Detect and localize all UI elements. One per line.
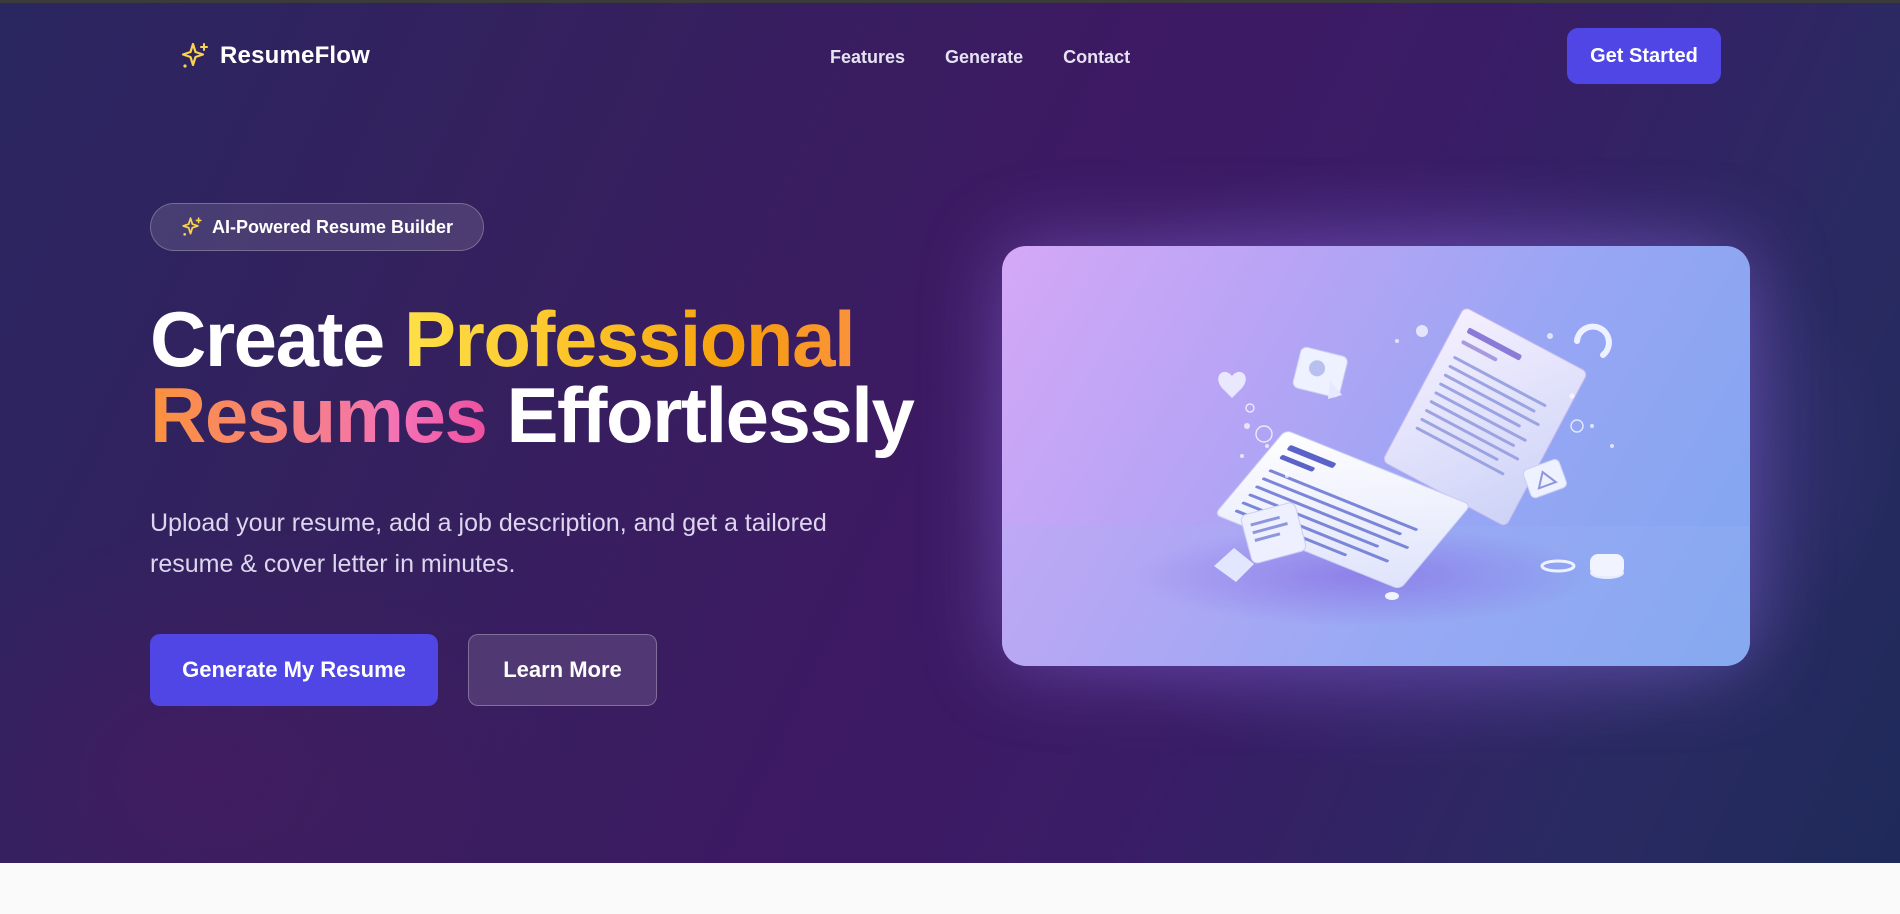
learn-more-button[interactable]: Learn More [468, 634, 657, 706]
brand-name: ResumeFlow [220, 42, 371, 69]
headline-word-create: Create [150, 295, 404, 383]
headline-word-resumes: Resumes [150, 371, 507, 459]
feature-badge: AI-Powered Resume Builder [150, 203, 485, 251]
headline-line-1: Create Professional [150, 300, 950, 378]
generate-resume-button[interactable]: Generate My Resume [150, 634, 438, 706]
nav-links: Features Generate Contact [830, 47, 1130, 68]
badge-label: AI-Powered Resume Builder [212, 216, 454, 237]
headline-word-effortlessly: Effortlessly [506, 371, 915, 459]
headline-word-professional: Professional [403, 295, 856, 383]
hero-section: ResumeFlow Features Generate Contact Get… [0, 3, 1900, 863]
brand-logo[interactable]: ResumeFlow [180, 41, 370, 71]
resume-documents-illustration [1002, 308, 1750, 666]
hero-headline: Create Professional Resumes Effortlessly [150, 300, 950, 454]
next-section-edge [0, 863, 1900, 914]
sparkle-icon [180, 41, 210, 71]
sparkle-icon [181, 216, 203, 238]
nav-link-generate[interactable]: Generate [945, 47, 1023, 68]
top-navigation: ResumeFlow Features Generate Contact Get… [0, 3, 1900, 113]
nav-link-contact[interactable]: Contact [1063, 47, 1130, 68]
hero-subtitle: Upload your resume, add a job descriptio… [150, 509, 827, 578]
headline-line-2: Resumes Effortlessly [150, 376, 950, 454]
hero-illustration [1002, 246, 1750, 666]
nav-link-features[interactable]: Features [830, 47, 905, 68]
get-started-button[interactable]: Get Started [1567, 28, 1721, 84]
